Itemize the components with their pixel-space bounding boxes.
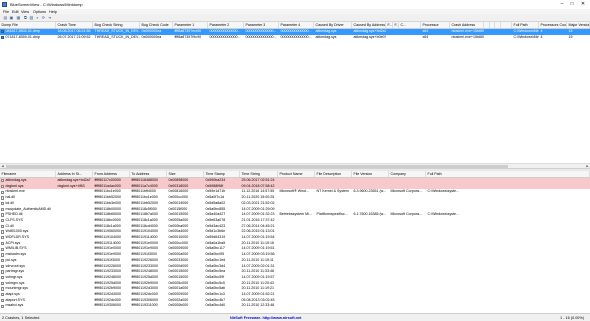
maximize-button[interactable]: □ — [567, 0, 577, 9]
driver-list-column-header-from-address[interactable]: From Address — [93, 171, 130, 177]
crash-list-column-header-full-path[interactable]: Full Path — [512, 22, 539, 28]
driver-list-column-header-product-name[interactable]: Product Name — [278, 171, 315, 177]
driver-cell-file-description — [315, 303, 352, 309]
crash-cell-bug-check-string: THREAD_STUCK_IN_DEV... — [94, 34, 141, 39]
crash-list-column-header-parameter-4[interactable]: Parameter 4 — [279, 22, 314, 28]
driver-cell-full-path — [426, 303, 590, 309]
crash-list-column-header-f[interactable]: F... — [386, 22, 393, 28]
exit-icon[interactable]: ⇥ — [47, 15, 52, 20]
driver-cell-time-string: 20.11.2010 12:33:48 — [241, 303, 275, 308]
crash-cell-bug-check-code: 0x000000ea — [141, 34, 162, 39]
crash-cell-parameter-4: 00000000000000... — [280, 34, 312, 39]
crash-cell-parameter-3: 00000000000000... — [245, 34, 277, 39]
crash-cell-processors-count: 4 — [540, 34, 543, 39]
driver-list-column-header-address-in-st[interactable]: Address In St... — [56, 171, 93, 177]
minimize-button[interactable]: – — [557, 0, 567, 9]
refresh-icon[interactable]: ⟳ — [41, 15, 46, 20]
crash-list-column-header-bug-check-code[interactable]: Bug Check Code — [140, 22, 173, 28]
crash-cell-crash-time: 26.07.2017 21:09:52 — [57, 34, 91, 39]
crash-list-column-header-caused-by-address[interactable]: Caused By Address — [352, 22, 386, 28]
crash-cell-col18 — [501, 35, 512, 41]
toolbar: ▤ ▣ ▦ ⧉ ▧ ⌕ ⟳ ⇥ — [0, 14, 590, 22]
menu-help[interactable]: Help — [49, 10, 57, 14]
driver-cell-address-in-st — [56, 303, 93, 309]
crash-cell-f — [386, 35, 393, 41]
crash-list-column-header-caused-by-driver[interactable]: Caused By Driver — [314, 22, 352, 28]
driver-list-column-header-filename[interactable]: Filename — [0, 171, 56, 177]
crash-row[interactable]: 071817-8359-01.dmp 26.07.2017 21:09:52 THR… — [0, 35, 590, 41]
crash-cell-caused-by-driver: atikmdag.sys — [315, 34, 337, 39]
crash-list-table: Dump File Crash Time Bug Check String Bug C… — [0, 22, 590, 163]
crash-cell-parameter-1: ffff8a87397f9c90 — [174, 34, 202, 39]
properties-icon[interactable]: ▤ — [3, 15, 8, 20]
crash-list-column-header-processors-count[interactable]: Processors Count — [539, 22, 567, 28]
crash-list-column-header-crash-address[interactable]: Crash Address — [450, 22, 484, 28]
driver-cell-size: 0x0000b000 — [168, 303, 189, 308]
crash-cell-caused-by-address: atikmdag.sys+b0e07 — [353, 34, 387, 39]
app-window: BlueScreenView - C:\Windows\Minidump – □… — [0, 0, 590, 321]
status-count: 1 - 16 (0.00%) — [560, 315, 585, 320]
crash-cell-parameter-2: 00000000000000... — [209, 34, 241, 39]
menu-options[interactable]: Options — [33, 10, 46, 14]
driver-list-column-header-time-stamp[interactable]: Time Stamp — [204, 171, 240, 177]
app-icon — [2, 2, 7, 7]
crash-list-column-header-parameter-3[interactable]: Parameter 3 — [244, 22, 279, 28]
html-report-icon[interactable]: ▧ — [29, 15, 34, 20]
crash-list-column-header-crash-time[interactable]: Crash Time — [56, 22, 93, 28]
advanced-options-icon[interactable]: ▦ — [16, 15, 21, 20]
crash-list-header: Dump File Crash Time Bug Check String Bug C… — [0, 22, 590, 29]
crash-list-column-header-processor[interactable]: Processor — [421, 22, 450, 28]
crash-list-column-header-c[interactable]: C... — [399, 22, 421, 28]
driver-cell-company — [389, 303, 426, 309]
driver-cell-to-address: fffff80119311000 — [131, 303, 158, 308]
driver-list-column-header-file-description[interactable]: File Description — [315, 171, 352, 177]
driver-cell-product-name — [278, 303, 315, 309]
copy-icon[interactable]: ⧉ — [23, 15, 28, 20]
driver-cell-filename: msahci.sys — [5, 303, 24, 308]
driver-list-column-header-full-path[interactable]: Full Path — [426, 171, 590, 177]
save-icon[interactable]: ▣ — [9, 15, 14, 20]
close-button[interactable]: ✕ — [578, 0, 588, 9]
crash-list-column-header-parameter-1[interactable]: Parameter 1 — [173, 22, 208, 28]
driver-list-column-header-company[interactable]: Company — [389, 171, 426, 177]
menu-view[interactable]: View — [21, 10, 29, 14]
crash-cell-full-path: C:\Windows\Minid... — [513, 34, 540, 39]
crash-cell-major-version: 15 — [568, 34, 573, 39]
crash-list-column-header-dump-file[interactable]: Dump File — [0, 22, 56, 28]
driver-row[interactable]: msahci.sys fffff80119306000 fffff801193110… — [0, 303, 590, 309]
driver-list-header: Filename Address In St... From Address To A… — [0, 171, 590, 178]
driver-cell-file-version — [352, 303, 389, 309]
crash-cell-processor: x64 — [422, 34, 429, 39]
crash-cell-dump-file: 071817-8359-01.dmp — [5, 34, 40, 39]
driver-list-column-header-time-string[interactable]: Time String — [240, 171, 278, 177]
driver-list-column-header-to-address[interactable]: To Address — [130, 171, 167, 177]
crash-list-column-header-major-version[interactable]: Major Version — [567, 22, 590, 28]
find-icon[interactable]: ⌕ — [35, 15, 40, 20]
driver-list-column-header-size[interactable]: Size — [167, 171, 204, 177]
crash-cell-crash-address: ntoskrnl.exe+15b6f0 — [451, 34, 484, 39]
driver-list-table: Filename Address In St... From Address To A… — [0, 171, 590, 313]
window-title: BlueScreenView - C:\Windows\Minidump — [10, 2, 83, 7]
crash-list-column-header-bug-check-string[interactable]: Bug Check String — [93, 22, 140, 28]
crash-cell-c — [399, 35, 421, 41]
driver-list-column-header-file-version[interactable]: File Version — [352, 171, 389, 177]
crash-list-column-header-18[interactable] — [501, 22, 512, 28]
driver-cell-time-stamp: 0x5a0bc4d0 — [205, 303, 226, 308]
status-summary: 2 Crashes, 1 Selected — [2, 315, 40, 320]
menu-edit[interactable]: Edit — [12, 10, 19, 14]
menu-file[interactable]: File — [3, 10, 9, 14]
crash-list-column-header-parameter-2[interactable]: Parameter 2 — [208, 22, 244, 28]
status-credit-link[interactable]: NirSoft Freeware. http://www.nirsoft.net — [230, 316, 301, 320]
driver-cell-from-address: fffff80119306000 — [94, 303, 121, 308]
